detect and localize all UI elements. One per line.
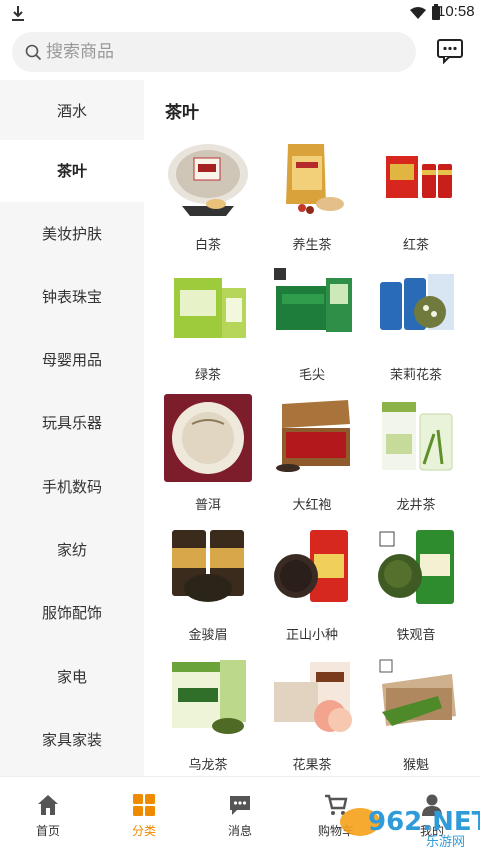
wifi-icon (410, 7, 426, 19)
search-input[interactable] (46, 38, 406, 66)
tieguanyin-tea-image (372, 524, 460, 612)
grid-item-puer-tea[interactable]: 普洱 (156, 394, 260, 522)
green-tea-image (164, 264, 252, 352)
grid-item-dahongpao-tea[interactable]: 大红袍 (260, 394, 364, 522)
grid-item-maojian-tea[interactable]: 毛尖 (260, 264, 364, 392)
jinjunmei-tea-image (164, 524, 252, 612)
nav-home[interactable]: 首页 (0, 777, 96, 853)
watermark-text: 962.NET (368, 807, 480, 837)
search-icon (25, 44, 42, 61)
grid-item-health-tea[interactable]: 养生茶 (260, 134, 364, 262)
sidebar-item-tea[interactable]: 茶叶 (0, 140, 144, 202)
sidebar-item-digital[interactable]: 手机数码 (0, 456, 144, 518)
sidebar-item-watches[interactable]: 钟表珠宝 (0, 266, 144, 328)
jasmine-tea-image (372, 264, 460, 352)
message-icon (230, 796, 250, 815)
grid-item-label: 普洱 (194, 498, 221, 513)
grid-item-label: 铁观音 (396, 628, 436, 643)
grid-item-longjing-tea[interactable]: 龙井茶 (364, 394, 468, 522)
grid-item-label: 金骏眉 (188, 628, 228, 643)
sidebar-item-baby[interactable]: 母婴用品 (0, 329, 144, 391)
longjing-tea-image (372, 394, 460, 482)
grid-item-green-tea[interactable]: 绿茶 (156, 264, 260, 392)
grid-item-oolong-tea[interactable]: 乌龙茶 (156, 654, 260, 782)
sidebar-item-toys[interactable]: 玩具乐器 (0, 392, 144, 454)
watermark-subtext: 乐游网 (426, 835, 465, 850)
grid-item-label: 养生茶 (292, 238, 332, 253)
nav-home-label: 首页 (35, 824, 60, 838)
grid-item-label: 白茶 (194, 238, 221, 253)
dahongpao-tea-image (268, 394, 356, 482)
nav-message-label: 消息 (227, 824, 252, 838)
chat-message-icon[interactable] (436, 38, 464, 64)
grid-item-label: 猴魁 (402, 758, 429, 773)
nav-category-label: 分类 (131, 824, 156, 838)
black-tea-image (372, 134, 460, 222)
fruit-tea-image (268, 654, 356, 742)
sidebar-item-beauty[interactable]: 美妆护肤 (0, 203, 144, 265)
category-sidebar: 酒水 茶叶 美妆护肤 钟表珠宝 母婴用品 玩具乐器 手机数码 家纺 服饰配饰 家… (0, 80, 144, 776)
grid-item-label: 茉莉花茶 (389, 368, 442, 383)
sidebar-item-appliances[interactable]: 家电 (0, 646, 144, 708)
category-content: 茶叶 白茶 养生茶 红茶 绿茶 毛尖 茉莉花茶 普洱 大红袍 龙井茶 金骏眉 正… (144, 80, 480, 776)
status-time: 10:58 (437, 3, 475, 20)
grid-item-zhengshan-tea[interactable]: 正山小种 (260, 524, 364, 652)
grid-item-houkui-tea[interactable]: 猴魁 (364, 654, 468, 782)
grid-item-label: 花果茶 (292, 758, 332, 773)
nav-category[interactable]: 分类 (96, 777, 192, 853)
nav-message[interactable]: 消息 (192, 777, 288, 853)
grid-item-jasmine-tea[interactable]: 茉莉花茶 (364, 264, 468, 392)
oolong-tea-image (164, 654, 252, 742)
sidebar-item-liquor[interactable]: 酒水 (0, 80, 144, 142)
grid-item-fruit-tea[interactable]: 花果茶 (260, 654, 364, 782)
grid-item-label: 红茶 (402, 238, 429, 253)
zhengshan-tea-image (268, 524, 356, 612)
puer-tea-image (164, 394, 252, 482)
site-watermark-logo: 962.NET 乐游网 (340, 807, 480, 850)
grid-item-label: 正山小种 (285, 628, 338, 643)
sidebar-item-furniture[interactable]: 家具家装 (0, 709, 144, 771)
grid-item-label: 大红袍 (292, 498, 332, 513)
home-icon (38, 795, 58, 815)
download-icon (12, 6, 24, 21)
search-bar[interactable] (12, 32, 416, 72)
status-bar: 10:58 (0, 0, 480, 26)
grid-item-label: 绿茶 (194, 368, 221, 383)
sidebar-item-apparel[interactable]: 服饰配饰 (0, 582, 144, 644)
grid-item-jinjunmei-tea[interactable]: 金骏眉 (156, 524, 260, 652)
grid-item-black-tea[interactable]: 红茶 (364, 134, 468, 262)
grid-item-label: 乌龙茶 (188, 758, 228, 773)
grid-item-tieguanyin-tea[interactable]: 铁观音 (364, 524, 468, 652)
white-tea-image (164, 134, 252, 222)
section-title: 茶叶 (165, 103, 199, 123)
maojian-tea-image (268, 264, 356, 352)
houkui-tea-image (372, 654, 460, 742)
grid-item-label: 龙井茶 (396, 498, 436, 513)
sidebar-item-textiles[interactable]: 家纺 (0, 519, 144, 581)
health-tea-image (268, 134, 356, 222)
category-icon (133, 794, 155, 816)
grid-item-label: 毛尖 (298, 368, 325, 383)
grid-item-white-tea[interactable]: 白茶 (156, 134, 260, 262)
